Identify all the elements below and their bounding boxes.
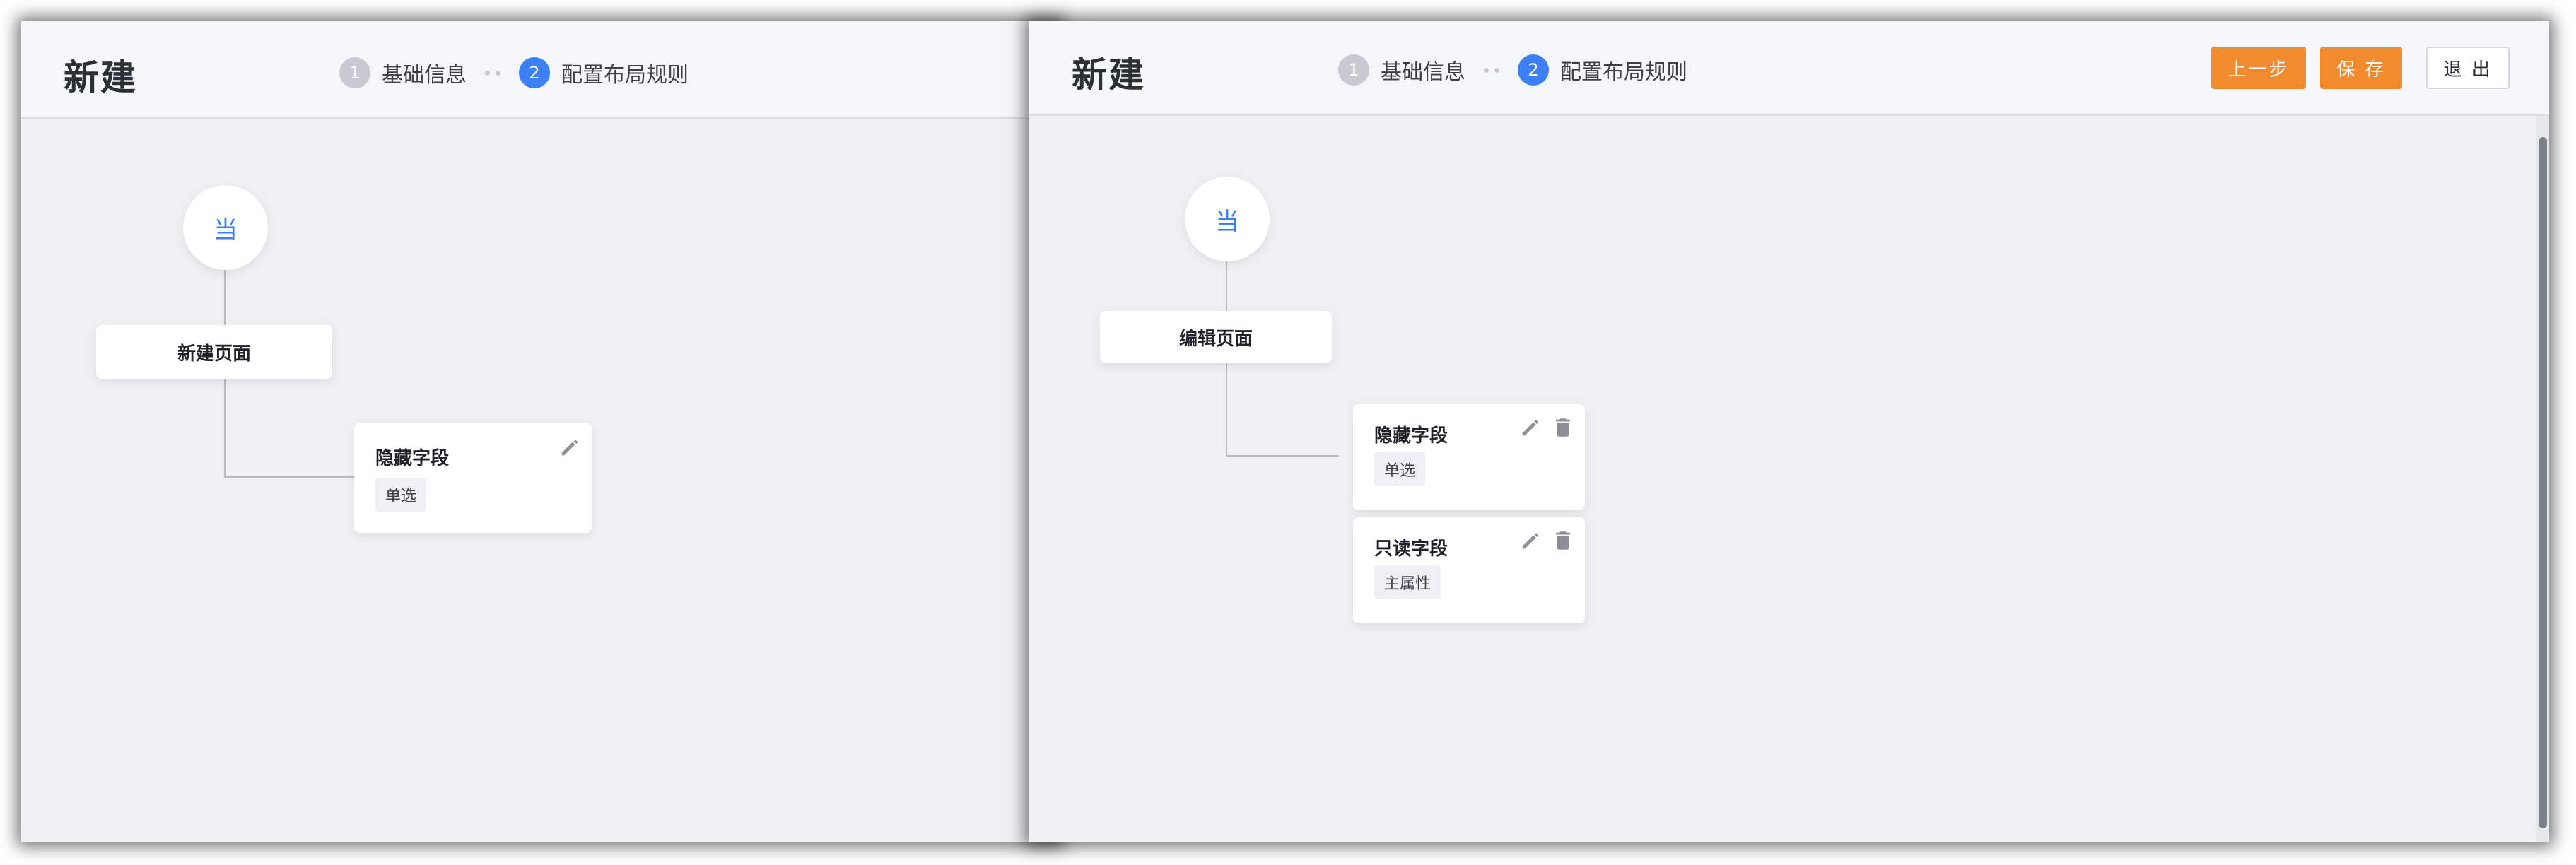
save-button[interactable]: 保 存 bbox=[2320, 47, 2402, 89]
rule-title: 隐藏字段 bbox=[1374, 425, 1448, 447]
connector-line bbox=[224, 270, 226, 325]
page-header: 新建 1 基础信息 2 配置布局规则 bbox=[21, 21, 1060, 119]
connector-line bbox=[224, 379, 226, 478]
step-number: 1 bbox=[339, 57, 370, 88]
layout-rule-window-left: 新建 1 基础信息 2 配置布局规则 当 新建页面 隐藏字段 单选 bbox=[21, 21, 1060, 842]
page-node[interactable]: 编辑页面 bbox=[1100, 311, 1332, 363]
rule-card[interactable]: 隐藏字段 单选 bbox=[354, 423, 592, 533]
step-basic-info[interactable]: 1 基础信息 bbox=[1338, 54, 1465, 86]
trash-icon[interactable] bbox=[1551, 529, 1575, 553]
step-number: 1 bbox=[1338, 54, 1369, 86]
page-node[interactable]: 新建页面 bbox=[96, 325, 332, 379]
step-layout-rules[interactable]: 2 配置布局规则 bbox=[1518, 54, 1687, 86]
page-title: 新建 bbox=[64, 57, 137, 98]
pencil-icon[interactable] bbox=[1518, 529, 1542, 553]
vertical-scrollbar[interactable] bbox=[2536, 116, 2549, 842]
steps-indicator: 1 基础信息 2 配置布局规则 bbox=[339, 57, 689, 89]
connector-line bbox=[1226, 260, 1227, 311]
connector-line bbox=[224, 476, 354, 478]
step-separator bbox=[485, 70, 500, 76]
rule-title: 隐藏字段 bbox=[375, 448, 450, 469]
page-header: 新建 1 基础信息 2 配置布局规则 上一步 保 存 退 出 bbox=[1029, 21, 2549, 116]
rule-card[interactable]: 只读字段 主属性 bbox=[1353, 517, 1585, 623]
rule-card[interactable]: 隐藏字段 单选 bbox=[1353, 404, 1585, 510]
root-condition-node[interactable]: 当 bbox=[183, 185, 268, 270]
step-basic-info[interactable]: 1 基础信息 bbox=[339, 57, 467, 88]
rule-title: 只读字段 bbox=[1374, 539, 1448, 560]
root-condition-node[interactable]: 当 bbox=[1185, 177, 1270, 261]
pencil-icon[interactable] bbox=[558, 435, 582, 459]
rule-tag: 主属性 bbox=[1374, 565, 1441, 599]
step-number: 2 bbox=[1518, 54, 1549, 86]
layout-rule-window-right: 新建 1 基础信息 2 配置布局规则 上一步 保 存 退 出 当 编辑页面 隐藏… bbox=[1029, 21, 2549, 842]
rule-tag: 单选 bbox=[1374, 452, 1426, 486]
step-label: 基础信息 bbox=[382, 63, 467, 88]
connector-line bbox=[1226, 455, 1339, 457]
previous-step-button[interactable]: 上一步 bbox=[2211, 47, 2306, 89]
step-label: 基础信息 bbox=[1381, 60, 1465, 85]
step-separator bbox=[1484, 67, 1499, 73]
step-label: 配置布局规则 bbox=[1560, 60, 1687, 85]
exit-button[interactable]: 退 出 bbox=[2426, 47, 2510, 89]
connector-line bbox=[1226, 363, 1227, 457]
page-title: 新建 bbox=[1072, 54, 1145, 95]
step-label: 配置布局规则 bbox=[561, 63, 689, 88]
steps-indicator: 1 基础信息 2 配置布局规则 bbox=[1338, 54, 1687, 86]
pencil-icon[interactable] bbox=[1518, 416, 1542, 440]
rule-tag: 单选 bbox=[375, 478, 427, 512]
step-number: 2 bbox=[519, 57, 550, 88]
step-layout-rules[interactable]: 2 配置布局规则 bbox=[519, 57, 689, 88]
trash-icon[interactable] bbox=[1551, 416, 1575, 440]
scrollbar-thumb[interactable] bbox=[2539, 137, 2547, 828]
